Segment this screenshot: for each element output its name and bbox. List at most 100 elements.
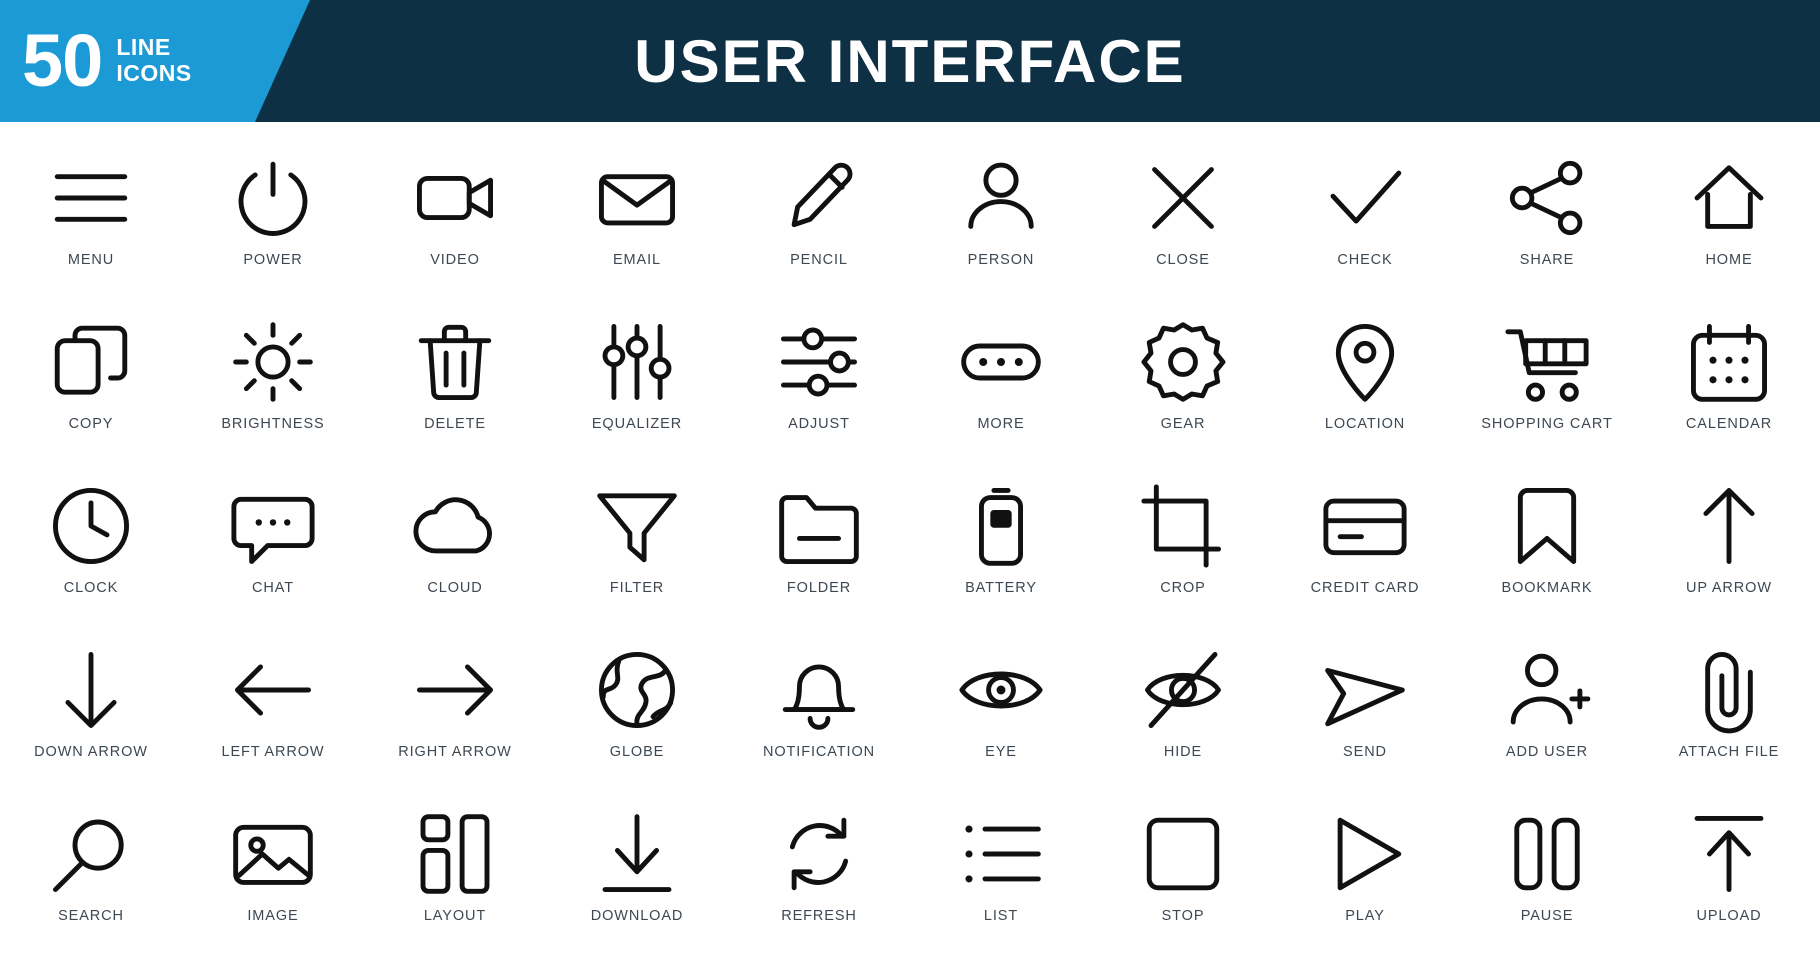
- email-icon: [587, 148, 687, 248]
- icon-label: CROP: [1160, 580, 1206, 596]
- shopping-cart-icon: [1497, 312, 1597, 412]
- eye-icon: [951, 640, 1051, 740]
- icon-label: SEND: [1343, 744, 1387, 760]
- upload-icon: [1679, 804, 1779, 904]
- icon-cell-down-arrow[interactable]: DOWN ARROW: [0, 640, 182, 804]
- icon-label: ADD USER: [1505, 744, 1589, 760]
- icon-label: LEFT ARROW: [221, 744, 325, 760]
- icon-cell-left-arrow[interactable]: LEFT ARROW: [182, 640, 364, 804]
- icon-label: DOWN ARROW: [34, 744, 148, 760]
- icon-cell-eye[interactable]: EYE: [910, 640, 1092, 804]
- cloud-icon: [405, 476, 505, 576]
- icon-cell-share[interactable]: SHARE: [1456, 148, 1638, 312]
- icon-label: LIST: [983, 908, 1019, 924]
- icon-label: HIDE: [1163, 744, 1203, 760]
- badge-line-2: ICONS: [116, 60, 192, 86]
- icon-cell-adjust[interactable]: ADJUST: [728, 312, 910, 476]
- icon-label: EYE: [985, 744, 1017, 760]
- icon-label: GEAR: [1160, 416, 1206, 432]
- attach-file-icon: [1679, 640, 1779, 740]
- icon-cell-pencil[interactable]: PENCIL: [728, 148, 910, 312]
- icon-label: CALENDAR: [1685, 416, 1773, 432]
- icon-cell-list[interactable]: LIST: [910, 804, 1092, 968]
- icon-cell-send[interactable]: SEND: [1274, 640, 1456, 804]
- icon-label: VIDEO: [430, 252, 480, 268]
- folder-icon: [769, 476, 869, 576]
- icon-cell-pause[interactable]: PAUSE: [1456, 804, 1638, 968]
- icon-cell-globe[interactable]: GLOBE: [546, 640, 728, 804]
- icon-cell-image[interactable]: IMAGE: [182, 804, 364, 968]
- icon-label: BRIGHTNESS: [221, 416, 325, 432]
- more-icon: [951, 312, 1051, 412]
- hide-icon: [1133, 640, 1233, 740]
- crop-icon: [1133, 476, 1233, 576]
- badge-number: 50: [22, 18, 103, 102]
- icon-label: STOP: [1161, 908, 1205, 924]
- icon-cell-power[interactable]: POWER: [182, 148, 364, 312]
- icon-cell-credit-card[interactable]: CREDIT CARD: [1274, 476, 1456, 640]
- icon-label: CREDIT CARD: [1310, 580, 1420, 596]
- icon-cell-copy[interactable]: COPY: [0, 312, 182, 476]
- icon-cell-stop[interactable]: STOP: [1092, 804, 1274, 968]
- power-icon: [223, 148, 323, 248]
- icon-cell-check[interactable]: CHECK: [1274, 148, 1456, 312]
- icon-cell-up-arrow[interactable]: UP ARROW: [1638, 476, 1820, 640]
- icon-label: PERSON: [967, 252, 1035, 268]
- icon-cell-location[interactable]: LOCATION: [1274, 312, 1456, 476]
- icon-label: CLOCK: [63, 580, 119, 596]
- icon-cell-refresh[interactable]: REFRESH: [728, 804, 910, 968]
- icon-cell-clock[interactable]: CLOCK: [0, 476, 182, 640]
- icon-label: MENU: [67, 252, 115, 268]
- icon-cell-gear[interactable]: GEAR: [1092, 312, 1274, 476]
- stop-icon: [1133, 804, 1233, 904]
- icon-cell-chat[interactable]: CHAT: [182, 476, 364, 640]
- image-icon: [223, 804, 323, 904]
- icon-label: MORE: [977, 416, 1025, 432]
- icon-cell-menu[interactable]: MENU: [0, 148, 182, 312]
- icon-cell-right-arrow[interactable]: RIGHT ARROW: [364, 640, 546, 804]
- icon-cell-equalizer[interactable]: EQUALIZER: [546, 312, 728, 476]
- icon-label: ADJUST: [788, 416, 850, 432]
- icon-cell-play[interactable]: PLAY: [1274, 804, 1456, 968]
- icon-cell-home[interactable]: HOME: [1638, 148, 1820, 312]
- icon-label: NOTIFICATION: [762, 744, 876, 760]
- icon-cell-cloud[interactable]: CLOUD: [364, 476, 546, 640]
- badge-words: LINE ICONS: [116, 34, 192, 87]
- bookmark-icon: [1497, 476, 1597, 576]
- icon-cell-hide[interactable]: HIDE: [1092, 640, 1274, 804]
- icon-cell-shopping-cart[interactable]: SHOPPING CART: [1456, 312, 1638, 476]
- icon-label: UPLOAD: [1696, 908, 1762, 924]
- icon-cell-brightness[interactable]: BRIGHTNESS: [182, 312, 364, 476]
- icon-label: BATTERY: [965, 580, 1037, 596]
- icon-cell-crop[interactable]: CROP: [1092, 476, 1274, 640]
- icon-cell-filter[interactable]: FILTER: [546, 476, 728, 640]
- icon-cell-close[interactable]: CLOSE: [1092, 148, 1274, 312]
- filter-icon: [587, 476, 687, 576]
- icon-cell-person[interactable]: PERSON: [910, 148, 1092, 312]
- icon-cell-battery[interactable]: BATTERY: [910, 476, 1092, 640]
- icon-label: CHECK: [1337, 252, 1393, 268]
- icon-label: ATTACH FILE: [1678, 744, 1780, 760]
- icon-label: EMAIL: [612, 252, 661, 268]
- icon-label: COPY: [68, 416, 114, 432]
- icon-cell-upload[interactable]: UPLOAD: [1638, 804, 1820, 968]
- share-icon: [1497, 148, 1597, 248]
- icon-label: FILTER: [609, 580, 665, 596]
- icon-cell-download[interactable]: DOWNLOAD: [546, 804, 728, 968]
- icon-cell-notification[interactable]: NOTIFICATION: [728, 640, 910, 804]
- icon-cell-calendar[interactable]: CALENDAR: [1638, 312, 1820, 476]
- icon-cell-attach-file[interactable]: ATTACH FILE: [1638, 640, 1820, 804]
- icon-cell-email[interactable]: EMAIL: [546, 148, 728, 312]
- icon-label: SHOPPING CART: [1481, 416, 1613, 432]
- icon-cell-search[interactable]: SEARCH: [0, 804, 182, 968]
- refresh-icon: [769, 804, 869, 904]
- icon-cell-layout[interactable]: LAYOUT: [364, 804, 546, 968]
- icon-cell-video[interactable]: VIDEO: [364, 148, 546, 312]
- icon-cell-folder[interactable]: FOLDER: [728, 476, 910, 640]
- icon-label: SHARE: [1519, 252, 1575, 268]
- icon-cell-delete[interactable]: DELETE: [364, 312, 546, 476]
- icon-cell-more[interactable]: MORE: [910, 312, 1092, 476]
- right-arrow-icon: [405, 640, 505, 740]
- icon-cell-add-user[interactable]: ADD USER: [1456, 640, 1638, 804]
- icon-cell-bookmark[interactable]: BOOKMARK: [1456, 476, 1638, 640]
